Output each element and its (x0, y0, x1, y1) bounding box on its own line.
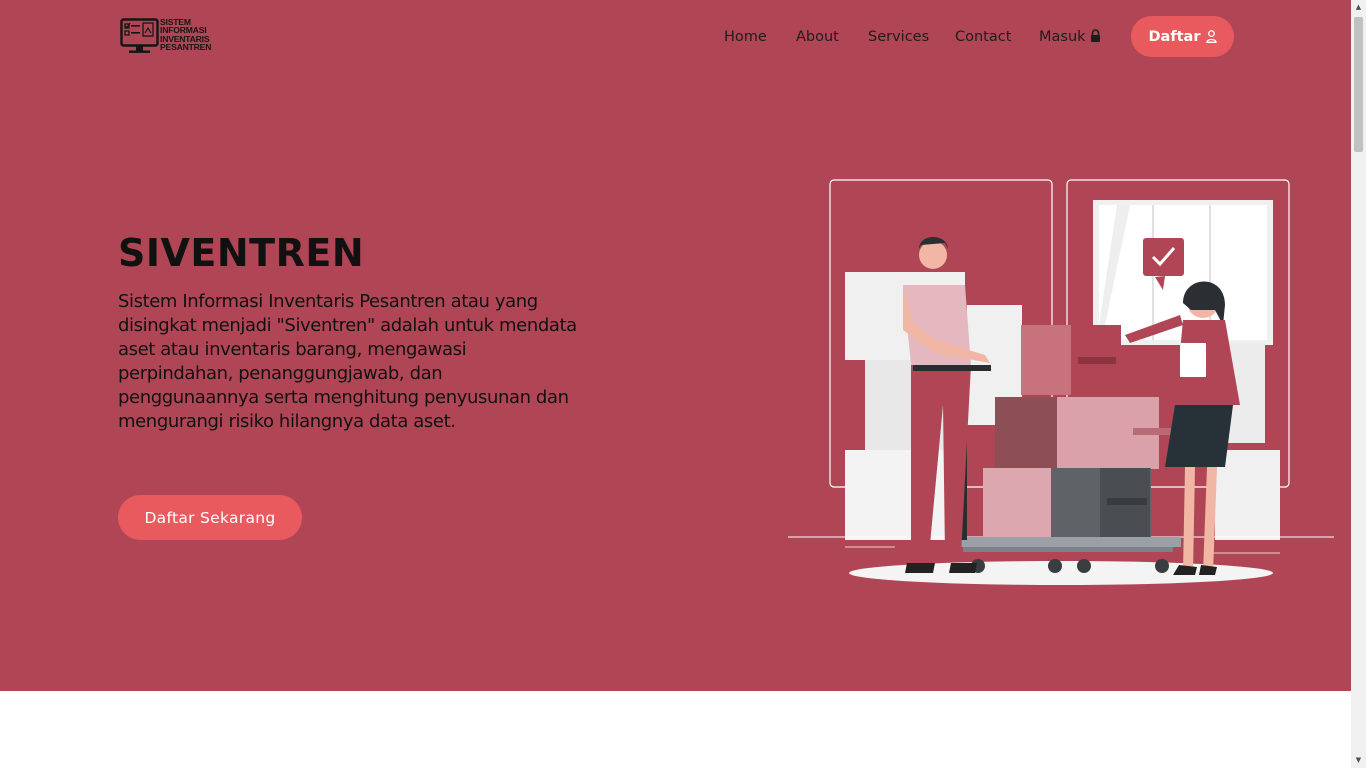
hero-description: Sistem Informasi Inventaris Pesantren at… (118, 291, 577, 432)
next-section (0, 691, 1351, 768)
hero-section: SISTEM INFORMASI INVENTARIS PESANTREN Ho… (0, 0, 1351, 691)
lock-icon (1090, 29, 1100, 42)
nav-login-label: Masuk (1039, 29, 1086, 45)
nav-home[interactable]: Home (724, 27, 767, 47)
inventory-illustration (788, 179, 1334, 585)
nav-login[interactable]: Masuk (1039, 27, 1101, 47)
computer-logo-icon (120, 18, 159, 53)
page-scrollbar[interactable]: ▲ ▼ (1351, 0, 1366, 768)
logo-line: PESANTREN (160, 42, 212, 53)
nav-contact[interactable]: Contact (955, 27, 1011, 47)
nav-about[interactable]: About (796, 27, 839, 47)
site-logo[interactable]: SISTEM INFORMASI INVENTARIS PESANTREN (120, 16, 228, 56)
register-now-button[interactable]: Daftar Sekarang (118, 495, 302, 540)
register-button[interactable]: Daftar (1131, 16, 1234, 57)
scroll-up-arrow-icon[interactable]: ▲ (1351, 0, 1366, 15)
user-icon (1205, 30, 1217, 43)
scrollbar-thumb[interactable] (1354, 17, 1363, 152)
nav-services[interactable]: Services (868, 27, 929, 47)
logo-wordmark: SISTEM INFORMASI INVENTARIS PESANTREN (160, 17, 230, 53)
scroll-down-arrow-icon[interactable]: ▼ (1351, 753, 1366, 768)
register-button-label: Daftar (1148, 28, 1201, 45)
hero-title: SIVENTREN (118, 231, 365, 275)
